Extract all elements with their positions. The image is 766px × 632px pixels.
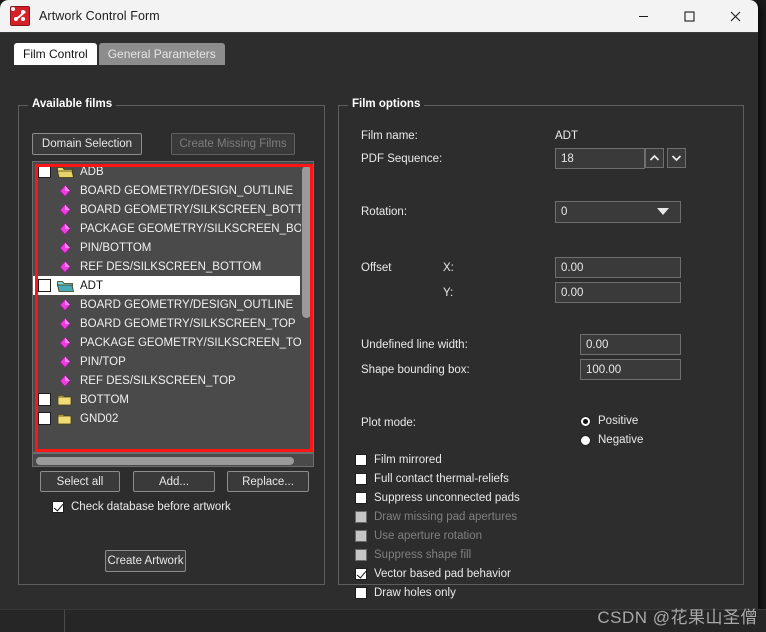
create-missing-films-button: Create Missing Films xyxy=(171,133,295,155)
plot-mode-negative-radio-dot xyxy=(580,434,591,446)
film-option-checkbox-box xyxy=(355,492,367,504)
film-option-checkbox-box xyxy=(355,549,367,561)
films-list-horizontal-scrollbar[interactable] xyxy=(32,453,314,467)
film-option-checkbox-row[interactable]: Film mirrored xyxy=(355,454,442,466)
select-all-button[interactable]: Select all xyxy=(40,471,120,492)
tab-general-parameters[interactable]: General Parameters xyxy=(98,43,225,65)
plot-mode-negative-label: Negative xyxy=(598,434,644,446)
film-option-checkbox-box xyxy=(355,530,367,542)
film-option-checkbox-row: Use aperture rotation xyxy=(355,530,482,542)
film-option-checkbox-box xyxy=(355,454,367,466)
close-button[interactable] xyxy=(712,0,758,32)
shape-bounding-box-label: Shape bounding box: xyxy=(361,364,470,376)
create-artwork-button[interactable]: Create Artwork xyxy=(105,550,186,572)
artwork-control-form-window: Artwork Control Form Film Control Genera… xyxy=(0,0,758,624)
screenshot-root: Artwork Control Form Film Control Genera… xyxy=(0,0,766,632)
pdf-sequence-decrement-button[interactable] xyxy=(667,148,686,168)
title-bar: Artwork Control Form xyxy=(0,0,758,32)
film-option-checkbox-row[interactable]: Draw holes only xyxy=(355,587,456,599)
plot-mode-negative-radio[interactable]: Negative xyxy=(580,434,643,446)
film-options-legend: Film options xyxy=(348,98,425,110)
plot-mode-label: Plot mode: xyxy=(361,417,416,429)
film-option-checkbox-row: Draw missing pad apertures xyxy=(355,511,517,523)
plot-mode-positive-radio-dot xyxy=(580,415,591,427)
offset-y-label: Y: xyxy=(443,287,454,299)
check-database-before-artwork-checkbox[interactable]: Check database before artwork xyxy=(52,501,231,513)
shape-bounding-box-input[interactable]: 100.00 xyxy=(580,359,681,380)
film-option-checkbox-label: Suppress unconnected pads xyxy=(374,492,520,504)
plot-mode-positive-label: Positive xyxy=(598,415,639,427)
film-option-checkbox-row[interactable]: Vector based pad behavior xyxy=(355,568,511,580)
film-option-checkbox-label: Suppress shape fill xyxy=(374,549,472,561)
film-option-checkbox-row: Suppress shape fill xyxy=(355,549,471,561)
tab-strip: Film Control General Parameters xyxy=(14,41,225,65)
film-name-label: Film name: xyxy=(361,130,418,142)
film-option-checkbox-box xyxy=(355,587,367,599)
maximize-button[interactable] xyxy=(666,0,712,32)
artwork-app-icon xyxy=(10,6,30,26)
available-films-legend: Available films xyxy=(28,98,117,110)
check-database-checkbox-box xyxy=(52,501,64,513)
dialog-client-area: Film Control General Parameters Availabl… xyxy=(0,32,758,624)
film-option-checkbox-row[interactable]: Full contact thermal-reliefs xyxy=(355,473,509,485)
available-films-group: Available films Domain Selection Create … xyxy=(18,98,325,585)
rotation-label: Rotation: xyxy=(361,206,408,218)
offset-label: Offset xyxy=(361,262,392,274)
tab-film-control[interactable]: Film Control xyxy=(14,43,97,65)
film-option-checkbox-row[interactable]: Suppress unconnected pads xyxy=(355,492,520,504)
chevron-down-icon[interactable] xyxy=(657,208,669,215)
film-option-checkbox-label: Use aperture rotation xyxy=(374,530,483,542)
pdf-sequence-label: PDF Sequence: xyxy=(361,153,443,165)
film-option-checkbox-label: Full contact thermal-reliefs xyxy=(374,473,509,485)
film-option-checkbox-box xyxy=(355,473,367,485)
offset-y-input[interactable]: 0.00 xyxy=(555,282,681,303)
film-option-checkbox-box xyxy=(355,568,367,580)
undefined-line-width-input[interactable]: 0.00 xyxy=(580,334,681,355)
window-title: Artwork Control Form xyxy=(39,9,160,23)
check-database-label: Check database before artwork xyxy=(71,501,231,513)
film-option-checkbox-label: Vector based pad behavior xyxy=(374,568,511,580)
pdf-sequence-input[interactable]: 18 xyxy=(555,148,645,169)
film-option-checkbox-label: Draw holes only xyxy=(374,587,456,599)
window-controls xyxy=(620,0,758,32)
watermark-text: CSDN @花果山圣僧 xyxy=(597,608,758,627)
add-button[interactable]: Add... xyxy=(133,471,215,492)
film-option-checkbox-box xyxy=(355,511,367,523)
films-list-horizontal-scroll-thumb[interactable] xyxy=(36,457,294,465)
film-option-checkbox-label: Film mirrored xyxy=(374,454,442,466)
undefined-line-width-label: Undefined line width: xyxy=(361,339,468,351)
domain-selection-button[interactable]: Domain Selection xyxy=(32,133,142,155)
highlight-annotation-rectangle xyxy=(35,164,313,452)
minimize-button[interactable] xyxy=(620,0,666,32)
film-name-value: ADT xyxy=(555,130,578,142)
status-bar-divider xyxy=(64,610,65,632)
pdf-sequence-increment-button[interactable] xyxy=(645,148,664,168)
plot-mode-positive-radio[interactable]: Positive xyxy=(580,415,638,427)
replace-button[interactable]: Replace... xyxy=(227,471,309,492)
offset-x-input[interactable]: 0.00 xyxy=(555,257,681,278)
offset-x-label: X: xyxy=(443,262,454,274)
film-options-group: Film options Film name: ADT PDF Sequence… xyxy=(338,98,744,599)
film-option-checkbox-label: Draw missing pad apertures xyxy=(374,511,518,523)
